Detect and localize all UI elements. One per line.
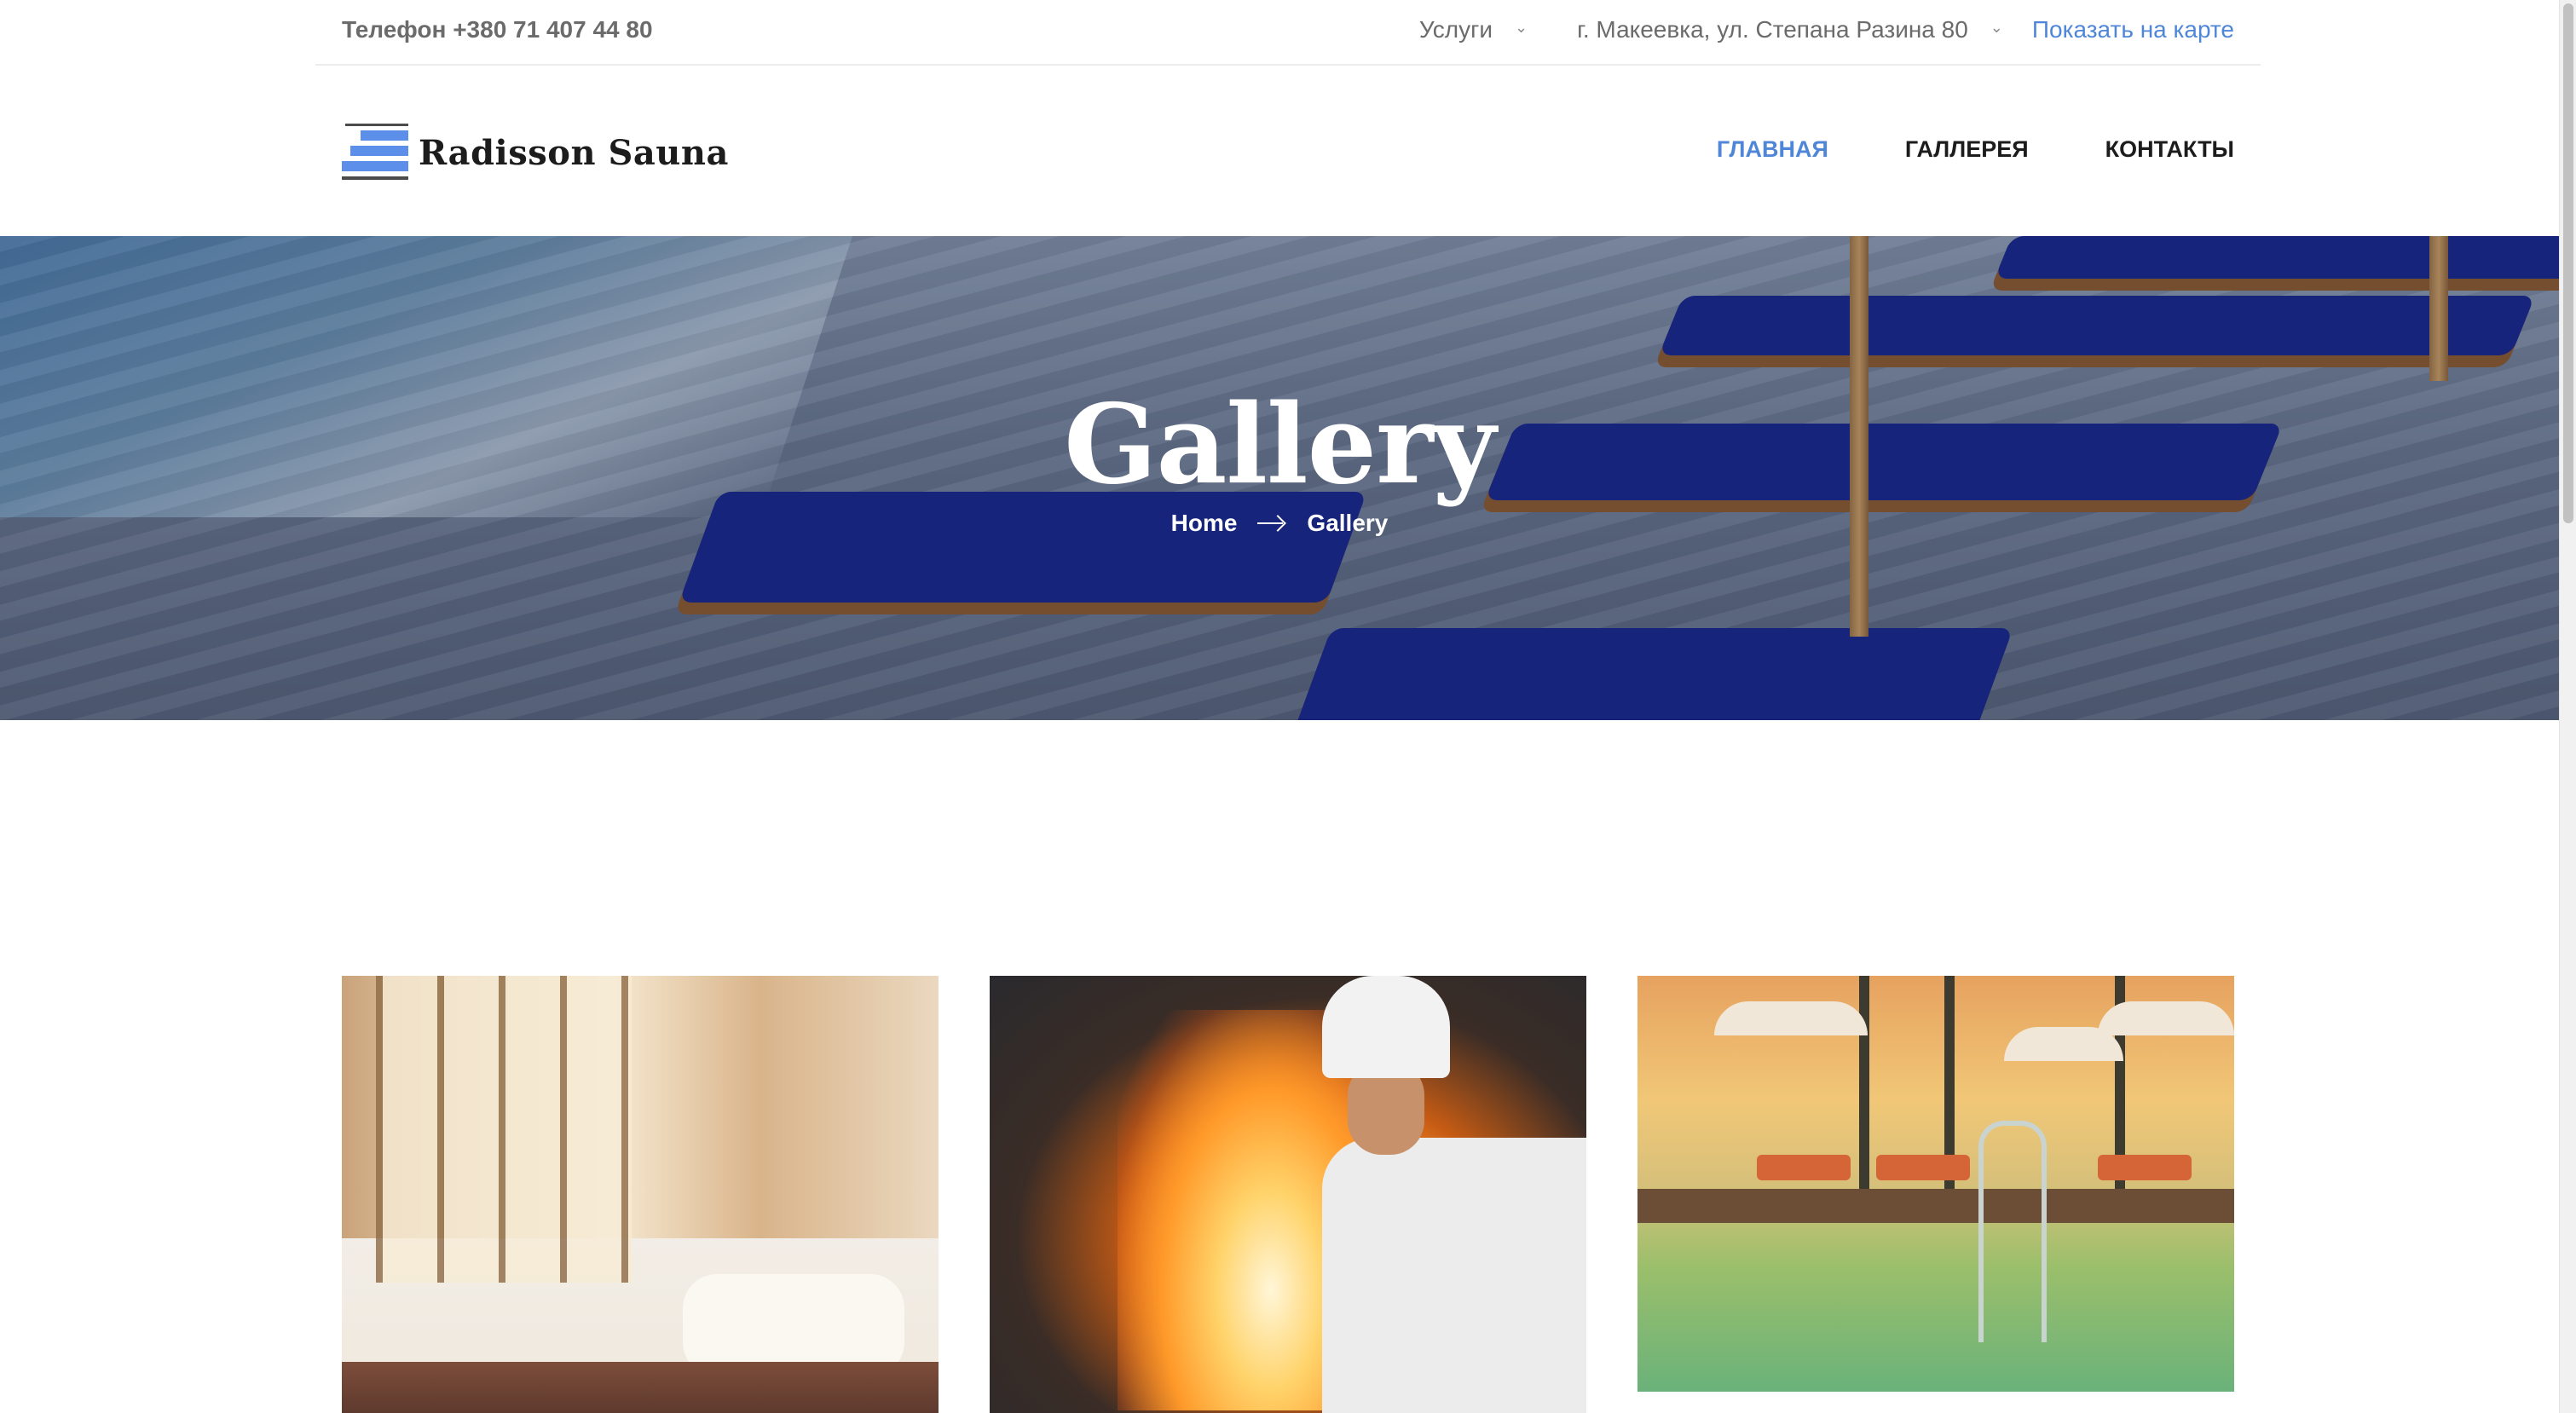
gallery-grid	[342, 976, 2234, 1413]
logo-text: Radisson Sauna	[419, 132, 729, 173]
nav-item-contacts[interactable]: КОНТАКТЫ	[2105, 136, 2234, 163]
logo-stripes-icon	[342, 124, 410, 182]
palm-graphic	[1859, 976, 1869, 1189]
nav-item-gallery[interactable]: ГАЛЛЕРЕЯ	[1905, 136, 2029, 163]
services-label: Услуги	[1418, 16, 1493, 43]
hero-banner: Gallery Home Gallery	[0, 236, 2559, 720]
page-title: Gallery	[1064, 381, 1496, 509]
show-on-map-link[interactable]: Показать на карте	[2032, 16, 2234, 43]
deck-graphic	[1637, 1189, 2234, 1223]
chef-hat-graphic	[1322, 976, 1450, 1078]
chevron-down-icon: ⌄	[1990, 18, 2003, 36]
sunbed-graphic	[2098, 1155, 2192, 1180]
logo[interactable]: Radisson Sauna	[342, 124, 729, 182]
main-nav: ГЛАВНАЯ ГАЛЛЕРЕЯ КОНТАКТЫ	[1717, 136, 2234, 163]
arrow-right-icon	[1257, 515, 1286, 532]
chevron-down-icon: ⌄	[1514, 18, 1528, 36]
gallery-image-bedroom[interactable]	[342, 976, 939, 1413]
breadcrumb-current: Gallery	[1307, 510, 1389, 536]
gallery-image-chef[interactable]	[990, 976, 1586, 1413]
services-dropdown[interactable]: Услуги ⌄	[1419, 16, 1528, 43]
chef-coat-graphic	[1322, 1138, 1586, 1413]
umbrella-graphic	[2098, 1001, 2234, 1035]
pool-ladder-graphic	[1978, 1121, 2047, 1342]
top-bar: Телефон +380 71 407 44 80 Услуги ⌄ г. Ма…	[315, 0, 2261, 66]
page-scrollbar[interactable]	[2559, 0, 2576, 1413]
window-graphic	[376, 976, 632, 1283]
sunbed-graphic	[1757, 1155, 1851, 1180]
address-label: г. Макеевка, ул. Степана Разина 80	[1577, 16, 1968, 43]
site-header: Radisson Sauna ГЛАВНАЯ ГАЛЛЕРЕЯ КОНТАКТЫ	[315, 66, 2261, 236]
breadcrumb: Home Gallery	[0, 510, 2559, 537]
umbrella-graphic	[1714, 1001, 1868, 1035]
scrollbar-thumb[interactable]	[2563, 3, 2573, 523]
nav-item-home[interactable]: ГЛАВНАЯ	[1717, 136, 1828, 163]
gallery-image-pool[interactable]	[1637, 976, 2234, 1392]
address-dropdown[interactable]: г. Макеевка, ул. Степана Разина 80 ⌄	[1577, 16, 2003, 43]
sunbed-graphic	[1876, 1155, 1970, 1180]
blanket-graphic	[342, 1362, 939, 1413]
pillow-graphic	[683, 1274, 904, 1376]
breadcrumb-home-link[interactable]: Home	[1171, 510, 1238, 537]
top-bar-right: Услуги ⌄ г. Макеевка, ул. Степана Разина…	[1419, 16, 2234, 43]
phone-number[interactable]: Телефон +380 71 407 44 80	[342, 16, 653, 43]
